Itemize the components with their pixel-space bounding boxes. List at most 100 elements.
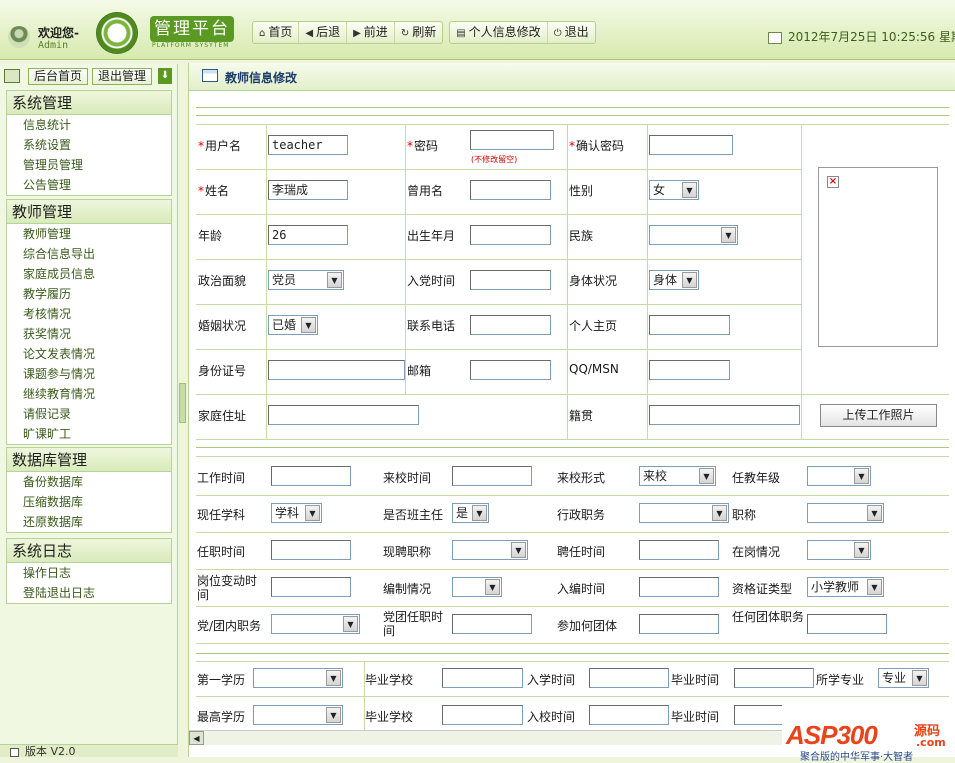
cert-type-select[interactable]: 小学教师 ▼ bbox=[807, 577, 884, 597]
menu-title-system[interactable]: 系统管理 bbox=[7, 91, 171, 115]
enter-school-label: 入校时间 bbox=[527, 710, 576, 724]
arrive-time-input[interactable] bbox=[452, 466, 532, 486]
health-select[interactable]: 身体 ▼ bbox=[649, 270, 699, 290]
marital-select[interactable]: 已婚 ▼ bbox=[268, 315, 318, 335]
menu-title-logs[interactable]: 系统日志 bbox=[7, 539, 171, 563]
menu-item-papers[interactable]: 论文发表情况 bbox=[7, 344, 171, 364]
upload-photo-button[interactable]: 上传工作照片 bbox=[820, 404, 937, 427]
menu-item-resume[interactable]: 教学履历 bbox=[7, 284, 171, 304]
menu-item-assessment[interactable]: 考核情况 bbox=[7, 304, 171, 324]
sidebar-grid-icon bbox=[4, 69, 20, 83]
menu-item-admins[interactable]: 管理员管理 bbox=[7, 155, 171, 175]
menu-item-notices[interactable]: 公告管理 bbox=[7, 175, 171, 195]
birth-input[interactable] bbox=[470, 225, 551, 245]
top-edu-label: 最高学历 bbox=[197, 710, 246, 724]
subject-select[interactable]: 学科 ▼ bbox=[271, 503, 322, 523]
sidebar: 后台首页 退出管理 ⬇ 系统管理 信息统计 系统设置 管理员管理 公告管理 教师… bbox=[0, 64, 178, 757]
profile-edit-button[interactable]: ▤ 个人信息修改 bbox=[450, 22, 548, 43]
chevron-down-icon: ▼ bbox=[912, 670, 927, 686]
menu-item-restore[interactable]: 还原数据库 bbox=[7, 512, 171, 532]
menu-item-stats[interactable]: 信息统计 bbox=[7, 115, 171, 135]
back-button[interactable]: ◀ 后退 bbox=[299, 22, 348, 43]
head-teacher-select[interactable]: 是 ▼ bbox=[452, 503, 489, 523]
enter-time-input[interactable] bbox=[589, 668, 669, 688]
menu-item-projects[interactable]: 课题参与情况 bbox=[7, 364, 171, 384]
menu-title-database[interactable]: 数据库管理 bbox=[7, 448, 171, 472]
enroll-time-input[interactable] bbox=[639, 577, 719, 597]
scroll-left-icon[interactable]: ◀ bbox=[189, 731, 204, 745]
logout-button[interactable]: ⏻ 退出 bbox=[548, 22, 595, 43]
address-input[interactable] bbox=[268, 405, 419, 425]
name-input[interactable]: 李瑞成 bbox=[268, 180, 348, 200]
grade-select[interactable]: ▼ bbox=[807, 466, 871, 486]
group-input[interactable] bbox=[639, 614, 719, 634]
menu-item-absence[interactable]: 旷课旷工 bbox=[7, 424, 171, 444]
appoint-time-input[interactable] bbox=[271, 540, 351, 560]
datetime-text: 2012年7月25日 10:25:56 星期三 bbox=[788, 30, 955, 44]
title-select[interactable]: ▼ bbox=[807, 503, 884, 523]
chevron-down-icon: ▼ bbox=[867, 579, 882, 595]
homepage-input[interactable] bbox=[649, 315, 730, 335]
grad-time-input[interactable] bbox=[734, 668, 814, 688]
menu-item-awards[interactable]: 获奖情况 bbox=[7, 324, 171, 344]
admin-post-select[interactable]: ▼ bbox=[639, 503, 729, 523]
menu-item-export[interactable]: 综合信息导出 bbox=[7, 244, 171, 264]
broken-image-icon: × bbox=[827, 176, 839, 188]
staffing-select[interactable]: ▼ bbox=[452, 577, 502, 597]
former-name-input[interactable] bbox=[470, 180, 551, 200]
top-header: 欢迎您- Admin 管理平台 PLATFORM SYSYTEM ⌂ 首页 ◀ 后退… bbox=[0, 0, 955, 60]
username-input[interactable]: teacher bbox=[268, 135, 348, 155]
enter-school-input[interactable] bbox=[589, 705, 669, 725]
party-post-select[interactable]: ▼ bbox=[271, 614, 360, 634]
menu-item-compress[interactable]: 压缩数据库 bbox=[7, 492, 171, 512]
datetime-display: 2012年7月25日 10:25:56 星期三 bbox=[768, 28, 955, 45]
menu-item-settings[interactable]: 系统设置 bbox=[7, 135, 171, 155]
grad-school2-input[interactable] bbox=[442, 705, 523, 725]
menu-section-logs: 系统日志 操作日志 登陆退出日志 bbox=[6, 538, 172, 604]
hire-time-input[interactable] bbox=[639, 540, 719, 560]
group-post-input[interactable] bbox=[807, 614, 887, 634]
on-post-select[interactable]: ▼ bbox=[807, 540, 871, 560]
grid-line bbox=[196, 495, 949, 496]
major-select[interactable]: 专业 ▼ bbox=[878, 668, 929, 688]
password-input[interactable] bbox=[470, 130, 554, 150]
party-post-time-input[interactable] bbox=[452, 614, 532, 634]
top-edu-select[interactable]: ▼ bbox=[253, 705, 343, 725]
admin-home-button[interactable]: 后台首页 bbox=[28, 67, 89, 85]
refresh-button[interactable]: ↻ 刷新 bbox=[395, 22, 442, 43]
work-time-input[interactable] bbox=[271, 466, 351, 486]
first-edu-select[interactable]: ▼ bbox=[253, 668, 343, 688]
forward-button[interactable]: ▶ 前进 bbox=[347, 22, 395, 43]
menu-item-teacher-manage[interactable]: 教师管理 bbox=[7, 224, 171, 244]
phone-input[interactable] bbox=[470, 315, 551, 335]
menu-item-op-log[interactable]: 操作日志 bbox=[7, 563, 171, 583]
menu-title-teacher[interactable]: 教师管理 bbox=[7, 200, 171, 224]
ethnic-select[interactable]: ▼ bbox=[649, 225, 738, 245]
gender-select[interactable]: 女 ▼ bbox=[649, 180, 699, 200]
grad-school-input[interactable] bbox=[442, 668, 523, 688]
exit-admin-button[interactable]: 退出管理 bbox=[92, 67, 153, 85]
arrive-form-select[interactable]: 来校 ▼ bbox=[639, 466, 716, 486]
age-input[interactable]: 26 bbox=[268, 225, 348, 245]
native-input[interactable] bbox=[649, 405, 800, 425]
idcard-input[interactable] bbox=[268, 360, 405, 380]
post-change-input[interactable] bbox=[271, 577, 351, 597]
subject-value: 学科 bbox=[275, 506, 300, 520]
email-input[interactable] bbox=[470, 360, 551, 380]
qq-input[interactable] bbox=[649, 360, 730, 380]
grid-line bbox=[196, 532, 949, 533]
menu-item-family[interactable]: 家庭成员信息 bbox=[7, 264, 171, 284]
chevron-down-icon: ▼ bbox=[712, 505, 727, 521]
menu-item-education[interactable]: 继续教育情况 bbox=[7, 384, 171, 404]
home-button[interactable]: ⌂ 首页 bbox=[253, 22, 300, 43]
menu-item-leave[interactable]: 请假记录 bbox=[7, 404, 171, 424]
arrow-down-icon[interactable]: ⬇ bbox=[158, 68, 173, 84]
sidebar-toggle-handle[interactable] bbox=[179, 383, 186, 423]
grid-line bbox=[801, 124, 802, 439]
confirm-password-input[interactable] bbox=[649, 135, 733, 155]
menu-item-login-log[interactable]: 登陆退出日志 bbox=[7, 583, 171, 603]
political-select[interactable]: 党员 ▼ bbox=[268, 270, 344, 290]
current-title-select[interactable]: ▼ bbox=[452, 540, 528, 560]
party-date-input[interactable] bbox=[470, 270, 551, 290]
menu-item-backup[interactable]: 备份数据库 bbox=[7, 472, 171, 492]
